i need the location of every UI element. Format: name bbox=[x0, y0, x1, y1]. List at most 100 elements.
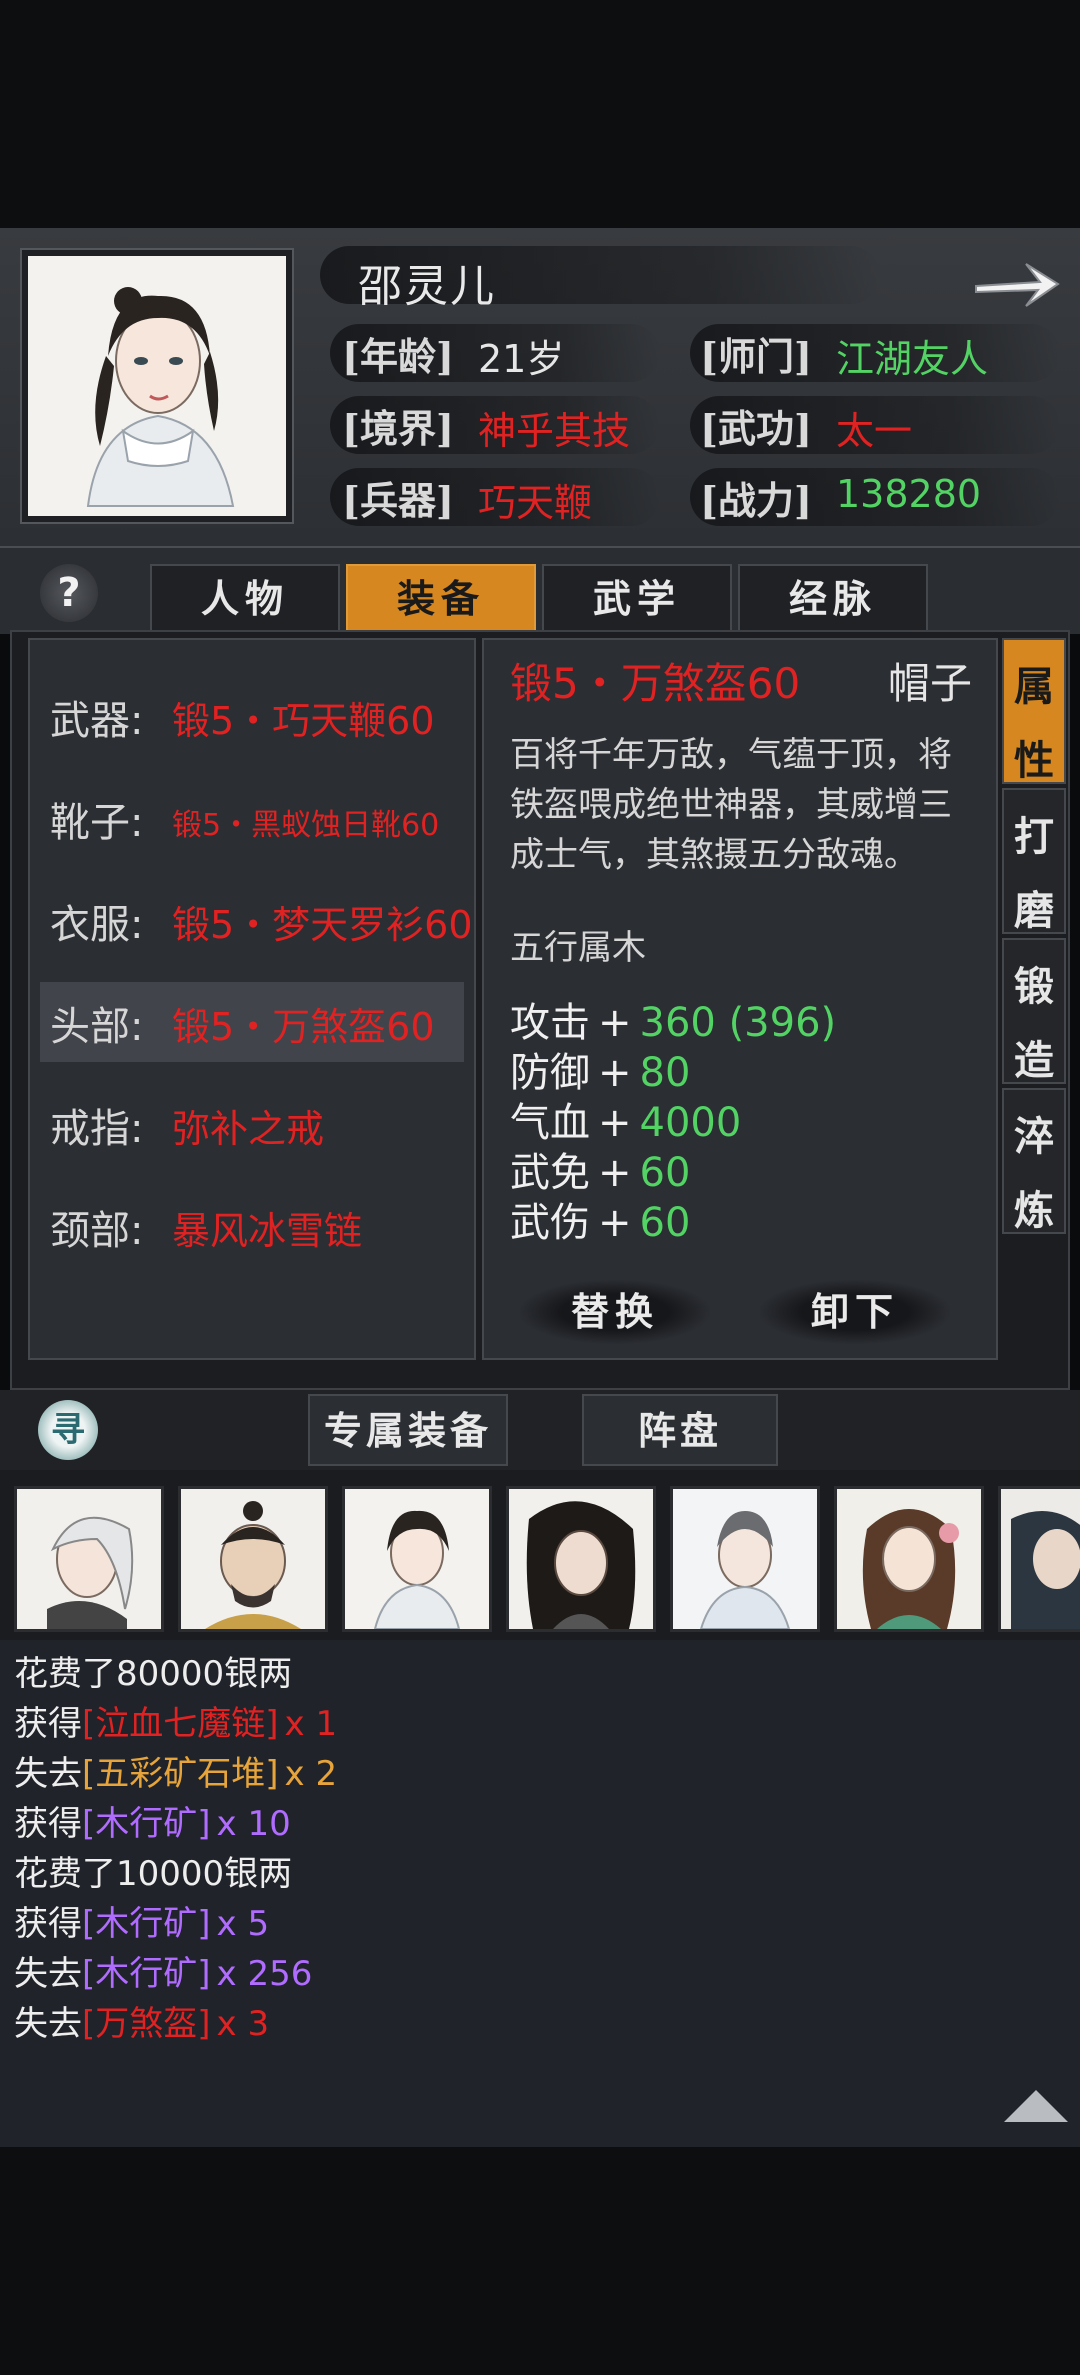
tab-martial-arts[interactable]: 武学 bbox=[542, 564, 732, 634]
slot-clothes[interactable]: 衣服: 锻5・梦天罗衫60 bbox=[40, 880, 473, 960]
hero-name: 邵灵儿 bbox=[358, 261, 496, 312]
slot-label: 衣服: bbox=[50, 902, 144, 948]
log-text: 花费了10000银两 bbox=[14, 1854, 293, 1894]
log-qty: x 5 bbox=[216, 1904, 270, 1944]
slot-weapon[interactable]: 武器: 锻5・巧天鞭60 bbox=[40, 676, 464, 756]
main-tabs: ? 人物 装备 武学 经脉 bbox=[0, 546, 1080, 634]
attr-name: 武伤 bbox=[510, 1200, 590, 1246]
slot-label: 武器: bbox=[50, 698, 144, 744]
slot-value: 锻5・黑蚁蚀日靴60 bbox=[172, 808, 440, 843]
attr-plus: + bbox=[598, 1200, 632, 1246]
log-item: [木行矿] bbox=[82, 1904, 211, 1944]
log-item: [五彩矿石堆] bbox=[82, 1754, 279, 1794]
item-name: 锻5・万煞盔60 bbox=[510, 659, 801, 708]
log-text: 失去 bbox=[14, 2004, 82, 2044]
hero-card[interactable] bbox=[670, 1486, 820, 1632]
log-qty: x 3 bbox=[216, 2004, 270, 2044]
log-line: 失去[木行矿] x 256 bbox=[14, 1946, 312, 1995]
side-tab-polish[interactable]: 打 磨 bbox=[1002, 788, 1066, 934]
side-tab-char: 炼 bbox=[1014, 1187, 1054, 1234]
side-tab-char: 造 bbox=[1014, 1037, 1054, 1084]
log-text: 花费了80000银两 bbox=[14, 1654, 293, 1694]
side-tab-char: 性 bbox=[1014, 737, 1054, 784]
item-detail: 锻5・万煞盔60 帽子 百将千年万敌，气蕴于顶，将铁盔喂成绝世神器，其威增三成士… bbox=[482, 638, 998, 1360]
slot-value: 锻5・巧天鞭60 bbox=[172, 699, 435, 743]
log-item: [泣血七魔链] bbox=[82, 1704, 279, 1744]
log-item: [万煞盔] bbox=[82, 2004, 211, 2044]
tab-meridians[interactable]: 经脉 bbox=[738, 564, 928, 634]
sub-tab-bar: 寻 专属装备 阵盘 bbox=[0, 1390, 1080, 1470]
slot-label: 戒指: bbox=[50, 1106, 144, 1152]
hero-card[interactable] bbox=[178, 1486, 328, 1632]
log-line: 获得[木行矿] x 5 bbox=[14, 1896, 269, 1945]
hero-card[interactable] bbox=[342, 1486, 492, 1632]
slot-label: 颈部: bbox=[50, 1208, 144, 1254]
slot-boots[interactable]: 靴子: 锻5・黑蚁蚀日靴60 bbox=[40, 778, 464, 858]
slot-value: 弥补之戒 bbox=[172, 1107, 325, 1151]
log-line: 获得[泣血七魔链] x 1 bbox=[14, 1696, 337, 1745]
slot-ring[interactable]: 戒指: 弥补之戒 bbox=[40, 1084, 464, 1164]
log-text: 获得 bbox=[14, 1904, 82, 1944]
equipment-panel: 武器: 锻5・巧天鞭60 靴子: 锻5・黑蚁蚀日靴60 衣服: 锻5・梦天罗衫6… bbox=[10, 630, 1070, 1390]
message-log: 花费了80000银两 获得[泣血七魔链] x 1 失去[五彩矿石堆] x 2 获得[… bbox=[0, 1640, 1080, 2147]
hero-portrait-art bbox=[28, 256, 286, 516]
hero-card[interactable] bbox=[834, 1486, 984, 1632]
log-line: 失去[万煞盔] x 3 bbox=[14, 1996, 269, 2045]
search-icon[interactable]: 寻 bbox=[38, 1400, 98, 1460]
log-text: 失去 bbox=[14, 1754, 82, 1794]
attr-value: 60 bbox=[639, 1200, 691, 1246]
tab-equipment[interactable]: 装备 bbox=[346, 564, 536, 634]
slot-label: 头部: bbox=[50, 1004, 144, 1050]
side-tab-char: 打 bbox=[1014, 813, 1054, 860]
log-qty: x 2 bbox=[284, 1754, 338, 1794]
slot-label: 靴子: bbox=[50, 800, 144, 846]
side-tab-temper[interactable]: 淬 炼 bbox=[1002, 1088, 1066, 1234]
side-tab-forge[interactable]: 锻 造 bbox=[1002, 938, 1066, 1084]
stat-label-weapon: [兵器] bbox=[342, 478, 454, 523]
stat-value-power: 138280 bbox=[836, 472, 982, 516]
hero-card[interactable] bbox=[14, 1486, 164, 1632]
unequip-button[interactable]: 卸下 bbox=[760, 1280, 950, 1344]
item-type: 帽子 bbox=[887, 659, 972, 708]
formation-button[interactable]: 阵盘 bbox=[582, 1394, 778, 1466]
stat-label-realm: [境界] bbox=[342, 406, 454, 451]
hero-card[interactable] bbox=[998, 1486, 1080, 1632]
log-qty: x 10 bbox=[216, 1804, 291, 1844]
log-item: [木行矿] bbox=[82, 1804, 211, 1844]
item-description: 百将千年万敌，气蕴于顶，将铁盔喂成绝世神器，其威增三成士气，其煞摄五分敌魂。 bbox=[510, 735, 952, 875]
hero-portrait[interactable] bbox=[22, 250, 292, 522]
exclusive-equipment-button[interactable]: 专属装备 bbox=[308, 1394, 508, 1466]
next-hero-arrow-icon[interactable] bbox=[970, 248, 1066, 318]
log-text: 获得 bbox=[14, 1804, 82, 1844]
log-line: 花费了80000银两 bbox=[14, 1646, 292, 1695]
side-tab-char: 锻 bbox=[1014, 963, 1054, 1010]
stat-value-sect: 江湖友人 bbox=[836, 337, 989, 381]
log-text: 失去 bbox=[14, 1954, 82, 1994]
item-element: 五行属木 bbox=[510, 928, 646, 968]
slot-head[interactable]: 头部: 锻5・万煞盔60 bbox=[40, 982, 464, 1062]
log-qty: x 256 bbox=[216, 1954, 313, 1994]
stat-value-age: 21岁 bbox=[478, 337, 565, 381]
hero-selector bbox=[0, 1470, 1080, 1640]
stat-label-sect: [师门] bbox=[700, 334, 812, 379]
stat-value-martial: 太一 bbox=[836, 409, 913, 453]
stat-label-martial: [武功] bbox=[700, 406, 812, 451]
log-text: 获得 bbox=[14, 1704, 82, 1744]
equipment-slot-list: 武器: 锻5・巧天鞭60 靴子: 锻5・黑蚁蚀日靴60 衣服: 锻5・梦天罗衫6… bbox=[28, 638, 476, 1360]
log-line: 失去[五彩矿石堆] x 2 bbox=[14, 1746, 337, 1795]
slot-neck[interactable]: 颈部: 暴风冰雪链 bbox=[40, 1186, 464, 1266]
stat-label-power: [战力] bbox=[700, 478, 812, 523]
log-qty: x 1 bbox=[284, 1704, 338, 1744]
help-icon[interactable]: ? bbox=[40, 564, 98, 622]
scroll-up-arrow-icon[interactable] bbox=[1004, 2090, 1068, 2122]
status-bar-area bbox=[0, 0, 1080, 228]
tab-character[interactable]: 人物 bbox=[150, 564, 340, 634]
side-tab-attributes[interactable]: 属 性 bbox=[1002, 638, 1066, 784]
slot-value: 锻5・梦天罗衫60 bbox=[172, 903, 473, 947]
hero-card[interactable] bbox=[506, 1486, 656, 1632]
navigation-bar-area bbox=[0, 2147, 1080, 2375]
stat-label-age: [年龄] bbox=[342, 334, 454, 379]
replace-button[interactable]: 替换 bbox=[520, 1280, 710, 1344]
side-tab-char: 磨 bbox=[1014, 887, 1054, 934]
log-item: [木行矿] bbox=[82, 1954, 211, 1994]
